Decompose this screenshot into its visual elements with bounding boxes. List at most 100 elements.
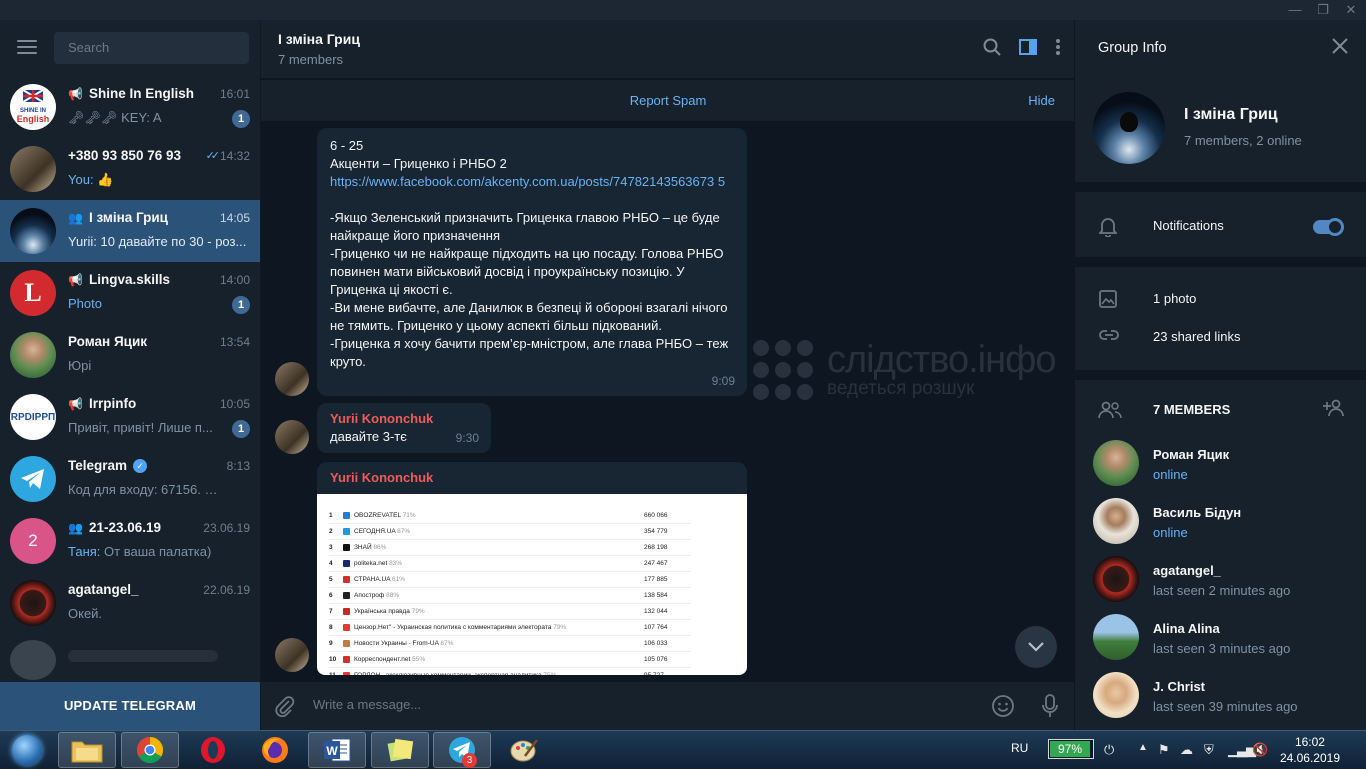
chat-item[interactable]: SHINE IN English 📢 Shine In English 16:01… xyxy=(0,76,260,138)
bell-icon xyxy=(1099,218,1117,237)
svg-text:English: English xyxy=(17,114,50,124)
attach-icon[interactable] xyxy=(273,695,295,717)
menu-icon[interactable] xyxy=(17,40,37,56)
chat-preview: Юрі xyxy=(68,358,92,373)
search-input[interactable]: Search xyxy=(54,32,249,64)
group-avatar[interactable] xyxy=(1093,92,1165,164)
start-button[interactable] xyxy=(4,732,50,768)
photo-table-row: 6 Апостроф 88% 138 584 xyxy=(317,588,747,603)
report-spam-link[interactable]: Report Spam xyxy=(261,93,1074,108)
paint-taskbar-button[interactable] xyxy=(495,732,553,768)
opera-icon xyxy=(201,737,225,763)
update-telegram-button[interactable]: UPDATE TELEGRAM xyxy=(0,682,260,730)
scroll-down-button[interactable] xyxy=(1015,626,1057,668)
volume-icon[interactable]: 🔇 xyxy=(1252,742,1268,758)
message-bubble-photo[interactable]: Yurii Kononchuk 1 OBOZREVATEL 71% 660 066 2… xyxy=(317,462,747,675)
message-photo[interactable]: 1 OBOZREVATEL 71% 660 066 2 СЕГОДНЯ.UA 87% 35… xyxy=(317,494,747,675)
hide-spam-bar-link[interactable]: Hide xyxy=(1028,93,1055,108)
divider xyxy=(1075,182,1366,192)
chat-time: 23.06.19 xyxy=(203,521,250,535)
member-item[interactable]: J. Christ last seen 39 minutes ago xyxy=(1075,672,1366,730)
chat-time: 8:13 xyxy=(226,459,250,473)
blurred-chat-item[interactable] xyxy=(0,632,260,682)
channel-icon: 📢 xyxy=(68,86,83,101)
minimize-button[interactable]: — xyxy=(1288,2,1302,18)
show-hidden-icons[interactable]: ▲ xyxy=(1138,742,1148,753)
more-icon[interactable] xyxy=(1055,38,1061,56)
user-avatar[interactable] xyxy=(275,420,309,454)
member-avatar xyxy=(1093,614,1139,660)
chat-item-active[interactable]: 👥 І зміна Гриц 14:05 Yurii: 10 давайте по… xyxy=(0,200,260,262)
explorer-taskbar-button[interactable] xyxy=(58,732,116,768)
member-avatar xyxy=(1093,672,1139,718)
message-sender[interactable]: Yurii Kononchuk xyxy=(330,469,433,487)
notifications-row[interactable]: Notifications xyxy=(1075,207,1366,245)
member-item[interactable]: Василь Бідун online xyxy=(1075,498,1366,556)
chat-item[interactable]: +380 93 850 76 93 ✓✓ 14:32 You: 👍 xyxy=(0,138,260,200)
add-member-icon[interactable] xyxy=(1323,399,1345,417)
user-avatar[interactable] xyxy=(275,362,309,396)
power-plug-icon[interactable]: ⏻ xyxy=(1104,742,1114,758)
close-window-button[interactable]: ✕ xyxy=(1344,2,1358,18)
chat-item[interactable]: L 📢 Lingva.skills 14:00 Photo 1 xyxy=(0,262,260,324)
chrome-taskbar-button[interactable] xyxy=(121,732,179,768)
message-text: 6 - 25 xyxy=(330,138,364,153)
telegram-taskbar-button[interactable]: 3 xyxy=(433,732,491,768)
message-sender[interactable]: Yurii Kononchuk xyxy=(330,410,479,428)
chat-time: 14:05 xyxy=(219,211,250,225)
sidebar-toggle-icon[interactable] xyxy=(1019,38,1037,56)
chat-name: Роман Яцик xyxy=(68,334,148,349)
search-icon[interactable] xyxy=(983,38,1001,56)
firefox-icon xyxy=(262,737,288,763)
flag-icon[interactable]: ⚑ xyxy=(1158,742,1170,758)
read-ticks-icon: ✓✓ xyxy=(205,150,221,162)
message-input[interactable]: Write a message... xyxy=(313,697,421,712)
chat-item[interactable]: 2 👥 21-23.06.19 23.06.19 Таня: От ваша па… xyxy=(0,510,260,572)
signal-icon[interactable]: ▁▃▅ xyxy=(1228,742,1256,758)
svg-text:W: W xyxy=(326,744,338,758)
chat-title[interactable]: І зміна Гриц xyxy=(278,31,360,47)
emoji-icon[interactable] xyxy=(991,694,1015,718)
members-icon xyxy=(1098,401,1122,419)
chat-time: 13:54 xyxy=(219,335,250,349)
chat-item[interactable]: agatangel_ 22.06.19 Окей. xyxy=(0,572,260,634)
channel-icon: 📢 xyxy=(68,396,83,411)
chat-item[interactable]: RPDIРРП 📢 Irrpinfo 10:05 Привіт, привіт! … xyxy=(0,386,260,448)
photos-row[interactable]: 1 photo xyxy=(1075,280,1366,318)
message-text: -Ви мене вибачте, але Данилюк в безпеці … xyxy=(330,300,728,333)
group-info-panel: Group Info І зміна Гриц 7 members, 2 onl… xyxy=(1074,20,1366,730)
chat-item[interactable]: Роман Яцик 13:54 Юрі xyxy=(0,324,260,386)
member-item[interactable]: agatangel_ last seen 2 minutes ago xyxy=(1075,556,1366,614)
user-avatar[interactable] xyxy=(275,638,309,672)
group-icon: 👥 xyxy=(68,520,83,535)
chat-item[interactable]: Telegram ✓ 8:13 Код для входу: 67156. Не … xyxy=(0,448,260,510)
microphone-icon[interactable] xyxy=(1041,694,1059,718)
close-icon[interactable] xyxy=(1332,38,1348,54)
photo-table-row: 1 OBOZREVATEL 71% 660 066 xyxy=(317,508,747,523)
shared-links-row[interactable]: 23 shared links xyxy=(1075,318,1366,356)
language-indicator[interactable]: RU xyxy=(1011,741,1028,755)
clock[interactable]: 16:02 24.06.2019 xyxy=(1280,734,1340,766)
word-taskbar-button[interactable]: W xyxy=(308,732,366,768)
photos-label: 1 photo xyxy=(1153,291,1197,306)
security-icon[interactable]: ⛨ xyxy=(1204,742,1214,758)
network-cloud-icon[interactable]: ☁ xyxy=(1180,742,1193,758)
firefox-taskbar-button[interactable] xyxy=(246,732,304,768)
notifications-toggle[interactable] xyxy=(1313,218,1344,236)
member-item[interactable]: Роман Яцик online xyxy=(1075,440,1366,498)
opera-taskbar-button[interactable] xyxy=(184,732,242,768)
folder-icon xyxy=(71,741,103,763)
message-bubble[interactable]: Yurii Kononchuk давайте 3-тє 9:30 xyxy=(317,403,491,453)
message-link[interactable]: https://www.facebook.com/akcenty.com.ua/… xyxy=(330,173,735,191)
site-logo-icon xyxy=(343,656,350,663)
member-avatar xyxy=(1093,440,1139,486)
restore-button[interactable]: ❐ xyxy=(1316,2,1330,18)
message-bubble[interactable]: 6 - 25 Акценти – Гриценко і РНБО 2 https… xyxy=(317,128,747,396)
sticky-notes-taskbar-button[interactable] xyxy=(371,732,429,768)
unread-badge: 1 xyxy=(232,110,250,128)
message-text: Акценти – Гриценко і РНБО 2 xyxy=(330,156,507,171)
verified-icon: ✓ xyxy=(133,458,148,473)
site-value: 95 727 xyxy=(644,671,664,676)
battery-indicator[interactable]: 97% xyxy=(1048,739,1094,759)
member-item[interactable]: Alina Alina last seen 3 minutes ago xyxy=(1075,614,1366,672)
